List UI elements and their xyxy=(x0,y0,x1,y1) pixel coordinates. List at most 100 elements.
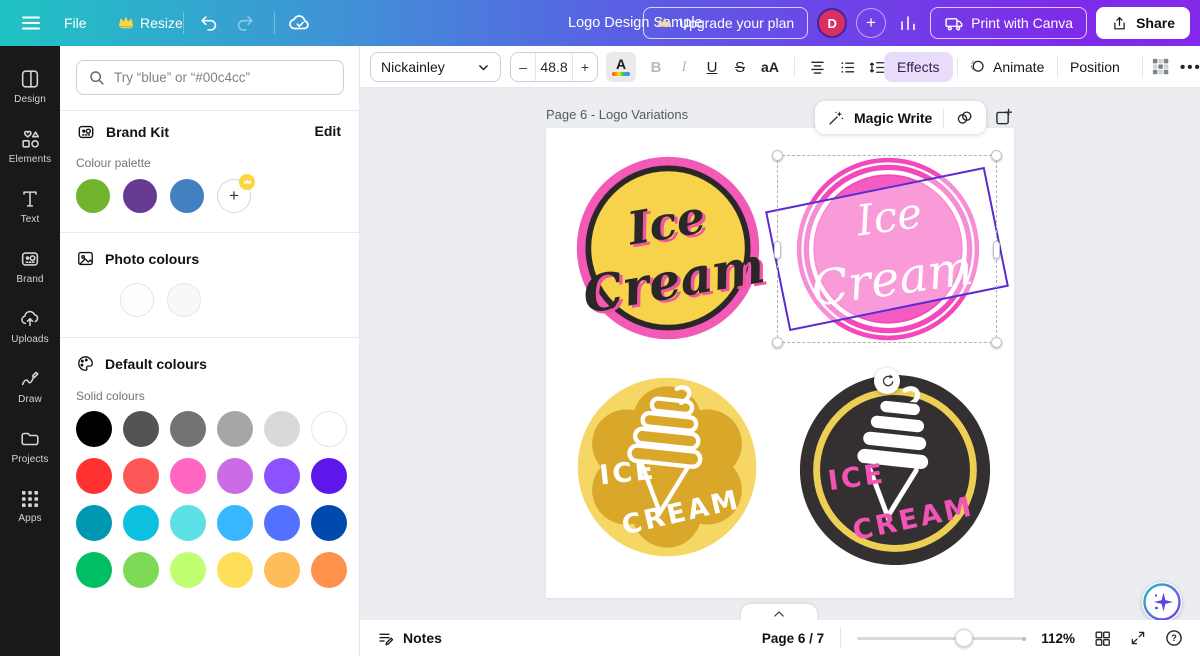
colour-swatch[interactable] xyxy=(264,458,300,494)
logo-bottom-right[interactable]: ICE CREAM xyxy=(797,372,993,568)
add-page-button[interactable] xyxy=(994,107,1014,127)
add-brand-colour-button[interactable]: + xyxy=(217,179,251,213)
duplicate-rings-icon[interactable] xyxy=(955,108,974,127)
italic-button[interactable]: I xyxy=(670,52,698,82)
canvas-area[interactable]: Page 6 - Logo Variations Magic Write xyxy=(360,88,1200,620)
sidebar-item-design[interactable]: Design xyxy=(0,56,60,116)
resize-handle-w[interactable] xyxy=(774,241,781,259)
file-menu-button[interactable]: File xyxy=(64,0,87,46)
colour-swatch[interactable] xyxy=(170,552,206,588)
brand-panel: Brand Kit Edit Colour palette + Photo co… xyxy=(60,46,360,656)
font-size-value[interactable]: 48.8 xyxy=(535,53,573,81)
sidebar-item-label: Draw xyxy=(18,394,42,405)
colour-swatch[interactable] xyxy=(123,505,159,541)
colour-swatch[interactable] xyxy=(76,179,110,213)
colour-swatch[interactable] xyxy=(264,505,300,541)
sidebar-item-projects[interactable]: Projects xyxy=(0,416,60,476)
colour-swatch[interactable] xyxy=(311,411,347,447)
colour-swatch[interactable] xyxy=(170,411,206,447)
search-input[interactable] xyxy=(114,70,324,85)
logo-bottom-left[interactable]: ICE CREAM xyxy=(571,371,763,563)
colour-swatch[interactable] xyxy=(264,552,300,588)
colour-swatch[interactable] xyxy=(217,411,253,447)
effects-button[interactable]: Effects xyxy=(884,52,953,82)
resize-handle-e[interactable] xyxy=(993,241,1000,259)
main-menu-button[interactable] xyxy=(20,0,42,46)
insights-button[interactable] xyxy=(897,12,919,34)
colour-swatch[interactable] xyxy=(123,458,159,494)
position-button[interactable]: Position xyxy=(1070,52,1120,82)
zoom-level[interactable]: 112% xyxy=(1041,631,1075,646)
undo-button[interactable] xyxy=(198,0,220,46)
colour-swatch[interactable] xyxy=(170,179,204,213)
colour-swatch[interactable] xyxy=(120,283,154,317)
colour-swatch[interactable] xyxy=(217,552,253,588)
alignment-button[interactable] xyxy=(803,52,831,82)
sidebar-item-elements[interactable]: Elements xyxy=(0,116,60,176)
page-title-label[interactable]: Page 6 - Logo Variations xyxy=(546,107,688,122)
resize-handle-nw[interactable] xyxy=(772,150,783,161)
upgrade-plan-button[interactable]: Upgrade your plan xyxy=(643,7,808,39)
rotate-handle[interactable] xyxy=(874,368,900,394)
colour-swatch[interactable] xyxy=(311,552,347,588)
print-with-canva-label: Print with Canva xyxy=(971,15,1073,31)
zoom-slider-thumb[interactable] xyxy=(955,629,973,647)
sidebar-item-apps[interactable]: Apps xyxy=(0,476,60,536)
colour-swatch[interactable] xyxy=(217,458,253,494)
text-case-button[interactable]: aA xyxy=(754,52,786,82)
page-indicator[interactable]: Page 6 / 7 xyxy=(762,631,824,646)
ai-assistant-button[interactable] xyxy=(1142,582,1182,620)
sidebar-item-text[interactable]: Text xyxy=(0,176,60,236)
colour-swatch[interactable] xyxy=(264,411,300,447)
font-size-increase-button[interactable]: + xyxy=(573,53,597,81)
colour-swatch[interactable] xyxy=(76,458,112,494)
animate-button[interactable]: Animate xyxy=(968,52,1044,82)
add-member-button[interactable]: + xyxy=(856,8,886,38)
font-size-decrease-button[interactable]: – xyxy=(511,53,535,81)
search-box[interactable] xyxy=(76,60,344,95)
strikethrough-button[interactable]: S xyxy=(726,52,754,82)
font-select[interactable]: Nickainley xyxy=(370,52,501,82)
page-panel-toggle[interactable] xyxy=(741,604,817,620)
grid-view-button[interactable] xyxy=(1093,629,1112,648)
sidebar-item-uploads[interactable]: Uploads xyxy=(0,296,60,356)
underline-button[interactable]: U xyxy=(698,52,726,82)
sidebar-item-draw[interactable]: Draw xyxy=(0,356,60,416)
colour-swatch[interactable] xyxy=(167,283,201,317)
redo-button[interactable] xyxy=(234,0,256,46)
resize-handle-se[interactable] xyxy=(991,337,1002,348)
list-button[interactable] xyxy=(833,52,861,82)
avatar[interactable]: D xyxy=(817,8,847,38)
colour-swatch[interactable] xyxy=(311,458,347,494)
colour-swatch[interactable] xyxy=(123,179,157,213)
resize-handle-ne[interactable] xyxy=(991,150,1002,161)
help-button[interactable]: ? xyxy=(1164,628,1184,648)
design-page[interactable]: Ice Ice Cream Cream Ice Cream xyxy=(546,128,1014,598)
colour-swatch[interactable] xyxy=(76,552,112,588)
text-colour-button[interactable]: A xyxy=(606,52,636,82)
brand-kit-edit-link[interactable]: Edit xyxy=(315,123,341,139)
zoom-slider[interactable] xyxy=(857,629,1025,647)
transparency-button[interactable] xyxy=(1152,52,1171,82)
bold-button[interactable]: B xyxy=(642,52,670,82)
more-options-button[interactable]: ••• xyxy=(1180,52,1200,82)
sidebar-item-brand[interactable]: Brand xyxy=(0,236,60,296)
colour-swatch[interactable] xyxy=(76,411,112,447)
logo-top-left[interactable]: Ice Ice Cream Cream xyxy=(572,152,764,344)
colour-swatch[interactable] xyxy=(170,505,206,541)
zoom-slider-track[interactable] xyxy=(857,637,1025,640)
colour-swatch[interactable] xyxy=(76,505,112,541)
share-button[interactable]: Share xyxy=(1096,7,1190,39)
colour-swatch[interactable] xyxy=(170,458,206,494)
resize-button[interactable]: Resize xyxy=(118,0,183,46)
colour-swatch[interactable] xyxy=(123,411,159,447)
cloud-save-status[interactable] xyxy=(288,0,312,46)
notes-button[interactable]: Notes xyxy=(377,629,442,647)
magic-write-button[interactable]: Magic Write xyxy=(854,110,932,126)
resize-handle-sw[interactable] xyxy=(772,337,783,348)
fullscreen-button[interactable] xyxy=(1129,629,1147,647)
print-with-canva-button[interactable]: Print with Canva xyxy=(930,7,1087,39)
colour-swatch[interactable] xyxy=(123,552,159,588)
colour-swatch[interactable] xyxy=(311,505,347,541)
colour-swatch[interactable] xyxy=(217,505,253,541)
